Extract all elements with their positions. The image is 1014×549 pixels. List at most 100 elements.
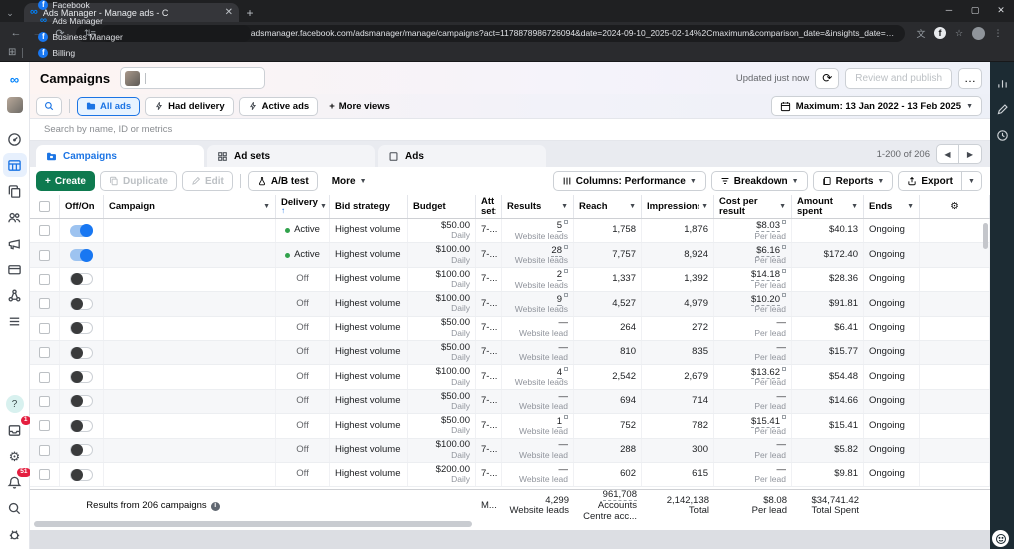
cost-per-result[interactable]: $15.41 Per lead <box>714 414 792 438</box>
row-checkbox[interactable] <box>30 389 60 414</box>
table-row[interactable]: Off Highest volume $100.00 Daily 7-... 4 Websi… <box>30 365 990 390</box>
new-tab-button[interactable]: + <box>239 3 261 22</box>
reports-button[interactable]: Reports ▼ <box>812 171 894 191</box>
row-toggle[interactable] <box>60 219 104 243</box>
breakdown-button[interactable]: Breakdown ▼ <box>710 171 808 191</box>
header-more-button[interactable]: … <box>958 67 982 89</box>
cost-per-result[interactable]: $6.16 Per lead <box>714 243 792 267</box>
col-attribution[interactable]: Att set: <box>476 195 502 218</box>
column-settings-gear-icon[interactable]: ⚙ <box>920 195 990 218</box>
cost-per-result[interactable]: — Per lead <box>714 340 792 365</box>
sidebar-item-billing[interactable] <box>3 257 27 281</box>
row-checkbox[interactable] <box>30 340 60 365</box>
campaign-name[interactable] <box>104 243 276 267</box>
table-row[interactable]: Active Highest volume $50.00 Daily 7-... 5 Web… <box>30 219 990 244</box>
bookmark-billing[interactable]: f Billing <box>31 45 129 61</box>
col-ends[interactable]: Ends ▼ <box>864 195 920 218</box>
sidebar-item-events-manager[interactable] <box>3 283 27 307</box>
refresh-button[interactable]: ⟳ <box>815 67 840 89</box>
bookmark-business-manager[interactable]: f Business Manager <box>31 29 129 45</box>
date-range-picker[interactable]: Maximum: 13 Jan 2022 - 13 Feb 2025 ▼ <box>770 96 982 116</box>
row-toggle[interactable] <box>60 462 104 487</box>
results[interactable]: 5 Website leads <box>502 219 574 243</box>
bookmark-facebook[interactable]: f Facebook <box>31 0 129 13</box>
sidebar-item-updates[interactable]: 1 <box>3 416 31 442</box>
col-amount-spent[interactable]: Amount spent ▼ <box>792 195 864 218</box>
row-toggle[interactable] <box>60 389 104 414</box>
browser-menu-icon[interactable]: ⋮ <box>988 24 1008 42</box>
meta-logo[interactable]: ∞ <box>3 67 27 91</box>
duplicate-button[interactable]: Duplicate <box>99 171 177 191</box>
minimize-button[interactable]: ─ <box>936 0 962 20</box>
sidebar-item-account-overview[interactable] <box>3 127 27 151</box>
campaign-name[interactable] <box>104 340 276 365</box>
row-toggle[interactable] <box>60 243 104 267</box>
export-options-button[interactable]: ▼ <box>962 171 982 191</box>
row-toggle[interactable] <box>60 438 104 462</box>
campaign-name[interactable] <box>104 389 276 414</box>
apps-grid-icon[interactable]: ⊞ <box>8 47 16 58</box>
row-checkbox[interactable] <box>30 316 60 340</box>
campaign-name[interactable] <box>104 438 276 462</box>
account-selector[interactable] <box>120 67 266 89</box>
campaign-name[interactable] <box>104 316 276 340</box>
panel-item-insights[interactable] <box>992 73 1012 93</box>
translate-icon[interactable]: 文 <box>911 24 931 42</box>
bookmark-star-icon[interactable]: ☆ <box>949 24 969 42</box>
filter-chip-all-ads[interactable]: All ads <box>77 96 141 116</box>
table-row[interactable]: Off Highest volume $100.00 Daily 7-... 9 Websi… <box>30 292 990 317</box>
results[interactable]: 1 Website lead <box>502 414 574 438</box>
results[interactable]: 4 Website leads <box>502 365 574 389</box>
table-row[interactable]: Off Highest volume $100.00 Daily 7-... — Websi… <box>30 438 990 463</box>
row-toggle[interactable] <box>60 316 104 340</box>
sidebar-item-help[interactable]: ? <box>3 392 27 416</box>
tab-campaigns[interactable]: Campaigns <box>36 145 204 167</box>
row-checkbox[interactable] <box>30 292 60 316</box>
row-checkbox[interactable] <box>30 243 60 267</box>
panel-item-edit-panel[interactable] <box>992 99 1012 119</box>
cost-per-result[interactable]: — Per lead <box>714 462 792 487</box>
address-bar[interactable]: ⇅≡ adsmanager.facebook.com/adsmanager/ma… <box>76 24 905 42</box>
close-button[interactable]: ✕ <box>988 0 1014 20</box>
col-impressions[interactable]: Impressions ▼ <box>642 195 714 218</box>
table-row[interactable]: Off Highest volume $100.00 Daily 7-... 2 Websi… <box>30 267 990 293</box>
table-row[interactable]: Off Highest volume $50.00 Daily 7-... — Websit… <box>30 340 990 366</box>
back-icon[interactable]: ← <box>6 24 26 42</box>
create-button[interactable]: + Create <box>36 171 95 191</box>
table-row[interactable]: Off Highest volume $50.00 Daily 7-... — Websit… <box>30 389 990 415</box>
tab-ad-sets[interactable]: Ad sets <box>207 145 375 167</box>
filter-chip-active-ads[interactable]: Active ads <box>238 96 319 116</box>
campaign-name[interactable] <box>104 267 276 292</box>
sidebar-item-ad-center[interactable] <box>3 231 27 255</box>
row-checkbox[interactable] <box>30 365 60 389</box>
cost-per-result[interactable]: $8.03 Per lead <box>714 219 792 243</box>
vertical-scrollbar[interactable] <box>983 223 988 249</box>
sidebar-item-campaigns[interactable] <box>2 153 27 177</box>
more-views-button[interactable]: + More views <box>323 101 396 112</box>
results[interactable]: — Website lead <box>502 438 574 462</box>
table-search-bar[interactable]: Search by name, ID or metrics <box>30 118 990 141</box>
row-checkbox[interactable] <box>30 438 60 462</box>
col-reach[interactable]: Reach ▼ <box>574 195 642 218</box>
tab-ads[interactable]: Ads <box>378 145 546 167</box>
row-toggle[interactable] <box>60 292 104 316</box>
cost-per-result[interactable]: — Per lead <box>714 389 792 414</box>
col-delivery[interactable]: Delivery ↑ ▼ <box>276 195 330 218</box>
cost-per-result[interactable]: $10.20 Per lead <box>714 292 792 316</box>
tab-close-icon[interactable]: ✕ <box>225 7 233 18</box>
row-toggle[interactable] <box>60 340 104 365</box>
cost-per-result[interactable]: — Per lead <box>714 316 792 340</box>
panel-item-history[interactable] <box>992 125 1012 145</box>
edit-button[interactable]: Edit <box>182 171 233 191</box>
sidebar-item-all-tools[interactable] <box>3 309 27 333</box>
facebook-extension-icon[interactable]: f <box>934 27 946 39</box>
sidebar-item-ads-reporting[interactable] <box>3 179 27 203</box>
cost-per-result[interactable]: $14.18 Per lead <box>714 267 792 292</box>
info-icon[interactable]: i <box>210 501 220 511</box>
row-checkbox[interactable] <box>30 267 60 292</box>
table-row[interactable]: Off Highest volume $50.00 Daily 7-... — Websit… <box>30 316 990 341</box>
more-button[interactable]: More ▼ <box>322 171 376 191</box>
account-avatar[interactable] <box>3 93 27 117</box>
col-budget[interactable]: Budget <box>408 195 476 218</box>
row-toggle[interactable] <box>60 365 104 389</box>
